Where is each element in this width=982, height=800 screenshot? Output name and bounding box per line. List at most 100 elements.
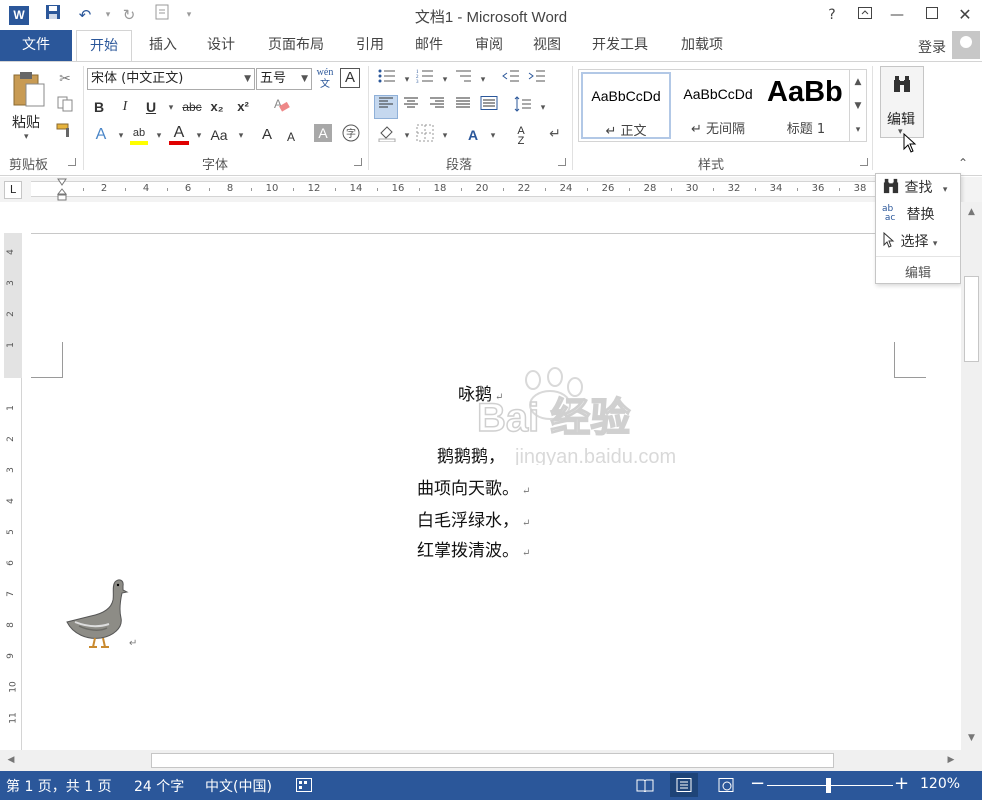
tab-page-layout[interactable]: 页面布局 [258,30,334,61]
align-center-button[interactable] [400,96,422,118]
style-normal[interactable]: AaBbCcDd ↵ 正文 [581,72,671,139]
editing-button[interactable]: 编辑 ▾ [880,66,924,138]
style-heading-1[interactable]: AaBb 标题 1 [765,72,847,139]
increase-indent-icon[interactable] [526,68,548,90]
tab-addins[interactable]: 加载项 [670,30,734,61]
replace-button[interactable]: ab ac 替换 [882,203,934,227]
zoom-slider-thumb[interactable] [826,778,831,793]
language-status[interactable]: 中文(中国) [205,776,272,796]
login-link[interactable]: 登录 [918,37,946,57]
horizontal-scroll-thumb[interactable] [151,753,834,768]
vertical-scrollbar[interactable]: ▲ ▼ [961,202,982,750]
styles-launcher-icon[interactable] [860,158,868,166]
show-formatting-marks-icon[interactable]: ↵ [544,124,566,146]
chinese-layout-icon[interactable]: A [462,124,484,146]
tab-review[interactable]: 审阅 [464,30,514,61]
close-icon[interactable]: ✕ [950,2,980,28]
font-name-select[interactable]: 宋体 (中文正文) ▼ [87,68,255,90]
ribbon-display-options-icon[interactable] [850,2,880,28]
styles-scroll-down-icon[interactable]: ▼ [849,94,866,118]
underline-button[interactable]: U [140,96,162,118]
font-size-select[interactable]: 五号 ▼ [256,68,312,90]
justify-button[interactable] [452,96,474,118]
find-button[interactable]: 查找 ▾ [882,176,947,200]
macro-record-icon[interactable] [296,778,312,796]
document-area[interactable]: Bai 经验 jingyan.baidu.com 咏鹅 ↵ 鹅鹅鹅， 曲项向天歌。… [25,202,961,750]
sort-icon[interactable]: AZ [510,124,532,147]
paste-dropdown-icon[interactable]: ▾ [24,132,29,142]
phonetic-guide-icon[interactable]: wén 文 [314,67,336,90]
tab-file[interactable]: 文件 [0,30,72,61]
highlight-color-icon[interactable]: ab [128,122,150,145]
align-left-button[interactable] [374,95,398,119]
copy-icon[interactable] [54,96,76,118]
tab-view[interactable]: 视图 [522,30,572,61]
tab-home[interactable]: 开始 [76,30,132,62]
tab-references[interactable]: 引用 [346,30,394,61]
horizontal-scrollbar[interactable]: ◀ ▶ [0,750,982,771]
distributed-button[interactable] [478,96,500,118]
word-count[interactable]: 24 个字 [134,776,184,796]
horizontal-ruler[interactable]: 2 4 6 8 10 12 14 16 18 20 22 24 26 28 30 32 34 36 38 [31,181,875,197]
tab-developer[interactable]: 开发工具 [582,30,658,61]
clipboard-launcher-icon[interactable] [68,158,76,166]
decrease-indent-icon[interactable] [500,68,522,90]
grow-font-button[interactable]: A [256,124,278,146]
multilevel-list-icon[interactable] [452,68,474,90]
text-effects-icon[interactable]: A [90,124,112,146]
numbering-icon[interactable]: 123 [414,68,436,90]
scroll-right-icon[interactable]: ▶ [944,753,958,768]
line-spacing-dropdown-icon[interactable]: ▾ [532,96,554,118]
borders-icon[interactable] [414,124,436,146]
styles-more-icon[interactable]: ▾ [849,118,866,142]
maximize-icon[interactable] [917,2,947,28]
line-spacing-icon[interactable] [512,96,534,118]
format-painter-icon[interactable] [54,122,76,144]
cut-icon[interactable]: ✂ [54,68,76,90]
tab-selector[interactable]: L [4,181,22,199]
tab-insert[interactable]: 插入 [138,30,188,61]
bold-button[interactable]: B [88,96,110,118]
shading-icon[interactable] [376,124,398,146]
vertical-ruler[interactable]: 4 3 2 1 1 2 3 4 5 6 7 8 9 10 11 [4,233,22,750]
paragraph-launcher-icon[interactable] [558,158,566,166]
paste-button[interactable]: 粘贴 ▾ [8,68,50,148]
collapse-ribbon-icon[interactable]: ⌃ [958,156,968,170]
tab-design[interactable]: 设计 [196,30,246,61]
multilevel-dropdown-icon[interactable]: ▾ [472,68,494,90]
shrink-font-button[interactable]: A [280,126,302,148]
tab-mailings[interactable]: 邮件 [404,30,454,61]
bullets-icon[interactable] [376,68,398,90]
change-case-dropdown-icon[interactable]: ▾ [230,124,252,146]
clear-formatting-icon[interactable]: A [270,96,292,118]
scroll-up-icon[interactable]: ▲ [964,204,979,220]
chinese-layout-dropdown-icon[interactable]: ▾ [482,124,504,146]
superscript-button[interactable]: x² [232,96,254,118]
styles-scroll-up-icon[interactable]: ▲ [849,70,866,94]
read-mode-icon[interactable] [636,778,654,796]
change-case-button[interactable]: Aa [206,124,232,146]
avatar[interactable] [952,31,980,59]
minimize-icon[interactable]: — [882,2,912,28]
italic-button[interactable]: I [114,96,136,118]
zoom-level[interactable]: 120% [920,776,960,792]
subscript-button[interactable]: x₂ [206,96,228,118]
scroll-down-icon[interactable]: ▼ [964,730,979,746]
goose-image[interactable] [65,576,129,650]
character-border-icon[interactable]: A [340,68,360,88]
enclose-characters-icon[interactable]: 字 [340,124,362,146]
web-layout-icon[interactable] [718,778,734,796]
style-no-spacing[interactable]: AaBbCcDd ↵ 无间隔 [673,72,763,139]
borders-dropdown-icon[interactable]: ▾ [434,124,456,146]
highlight-dropdown-icon[interactable]: ▾ [148,124,170,146]
select-button[interactable]: 选择 ▾ [882,230,937,254]
align-right-button[interactable] [426,96,448,118]
help-button[interactable]: ? [817,2,847,28]
zoom-out-button[interactable]: − [750,773,765,794]
print-layout-icon[interactable] [670,773,698,797]
character-shading-icon[interactable]: A [314,124,332,142]
strikethrough-button[interactable]: abc [178,96,206,118]
page-count[interactable]: 第 1 页，共 1 页 [6,776,112,796]
font-color-icon[interactable]: A [168,122,190,145]
zoom-in-button[interactable]: + [894,773,909,794]
